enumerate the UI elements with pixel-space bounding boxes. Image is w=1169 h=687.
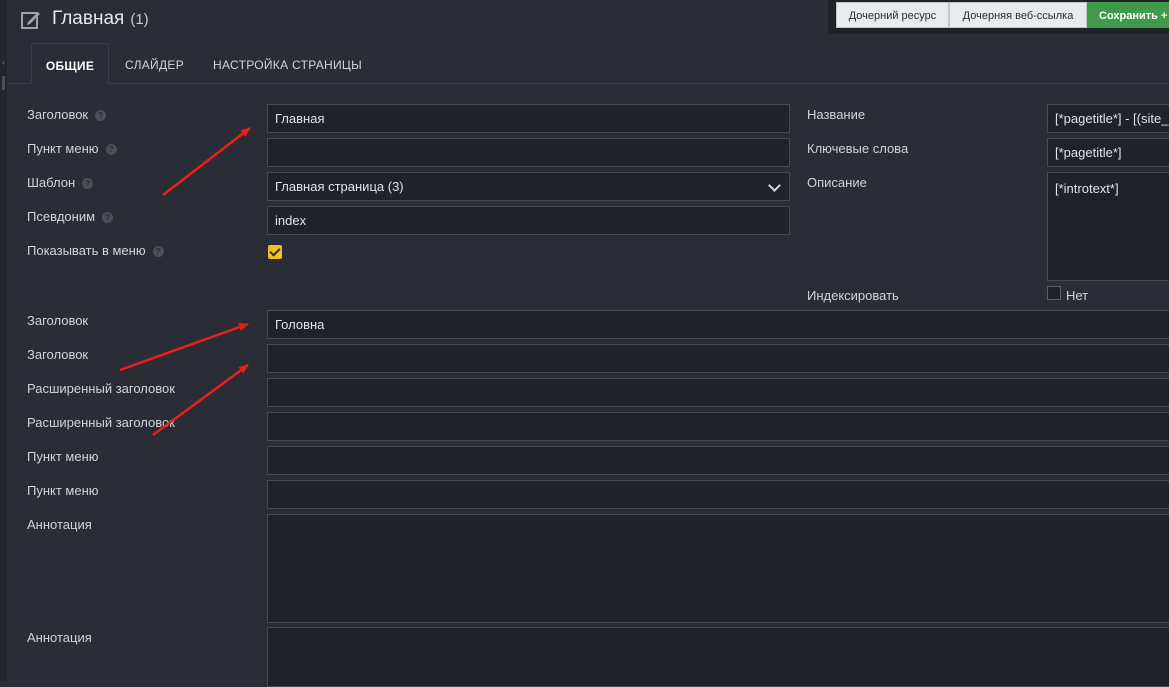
action-toolbar: Дочерний ресурс Дочерняя веб-ссылка Сохр… <box>828 0 1169 34</box>
seo-keywords-label: Ключевые слова <box>807 141 909 156</box>
help-icon[interactable]: ? <box>95 110 107 121</box>
child-resource-button[interactable]: Дочерний ресурс <box>836 2 949 28</box>
show-in-menu-checkbox[interactable] <box>268 245 282 259</box>
lang-field-label: Расширенный заголовок <box>27 415 175 430</box>
chevron-down-icon <box>768 179 781 192</box>
lang-field-label: Аннотация <box>27 517 92 532</box>
left-sidebar-collapsed[interactable]: ‹ <box>0 0 7 681</box>
seo-description-label: Описание <box>807 175 867 190</box>
tab-general[interactable]: ОБЩИЕ <box>31 43 109 84</box>
pagetitle-label: Заголовок? <box>27 107 107 122</box>
menutitle-input[interactable] <box>267 138 790 167</box>
page-title-text: Главная <box>52 8 125 29</box>
lang-pagetitle-input[interactable] <box>267 310 1169 339</box>
lang-field-label: Заголовок <box>27 347 89 362</box>
seo-name-label: Название <box>807 107 866 122</box>
alias-input[interactable] <box>267 206 790 235</box>
lang-introtext-textarea[interactable] <box>267 514 1169 623</box>
seo-description-textarea[interactable]: [*introtext*] <box>1047 172 1169 281</box>
check-icon <box>269 245 281 257</box>
lang-introtext-textarea-2[interactable] <box>267 627 1169 687</box>
scroll-handle[interactable] <box>2 76 5 90</box>
child-weblink-button[interactable]: Дочерняя веб-ссылка <box>949 2 1087 28</box>
tab-bar: ОБЩИЕ СЛАЙДЕР НАСТРОЙКА СТРАНИЦЫ <box>7 43 1169 84</box>
annotation-arrow <box>162 127 251 196</box>
lang-field-label: Аннотация <box>27 630 92 645</box>
lang-longtitle-input[interactable] <box>267 378 1169 407</box>
lang-pagetitle-input-2[interactable] <box>267 344 1169 373</box>
seo-index-label: Индексировать <box>807 288 899 303</box>
help-icon[interactable]: ? <box>102 212 114 223</box>
lang-field-label: Пункт меню <box>27 449 99 464</box>
help-icon[interactable]: ? <box>152 246 164 257</box>
seo-index-option-label: Нет <box>1066 288 1089 303</box>
page-title: Главная (1) <box>52 8 149 30</box>
seo-index-checkbox[interactable] <box>1047 286 1061 300</box>
save-button[interactable]: Сохранить + <box>1087 2 1169 28</box>
seo-keywords-input[interactable] <box>1047 138 1169 167</box>
annotation-arrow <box>119 322 249 372</box>
template-select[interactable]: Главная страница (3) <box>267 172 790 201</box>
collapse-arrow-icon[interactable]: ‹ <box>0 57 7 67</box>
page-id-count: (1) <box>130 11 149 28</box>
tab-page-settings[interactable]: НАСТРОЙКА СТРАНИЦЫ <box>213 43 362 83</box>
show-in-menu-label: Показывать в меню? <box>27 243 164 258</box>
edit-icon <box>21 12 40 29</box>
tab-slider[interactable]: СЛАЙДЕР <box>125 43 184 83</box>
alias-label: Псевдоним? <box>27 209 114 224</box>
lang-longtitle-input-2[interactable] <box>267 412 1169 441</box>
pagetitle-input[interactable] <box>267 104 790 133</box>
lang-menutitle-input-2[interactable] <box>267 480 1169 509</box>
lang-field-label: Пункт меню <box>27 483 99 498</box>
lang-field-label: Расширенный заголовок <box>27 381 175 396</box>
help-icon[interactable]: ? <box>105 144 117 155</box>
lang-field-label: Заголовок <box>27 313 89 328</box>
help-icon[interactable]: ? <box>82 178 94 189</box>
template-label: Шаблон? <box>27 175 94 190</box>
seo-name-input[interactable] <box>1047 104 1169 133</box>
template-selected-value: Главная страница (3) <box>275 179 404 194</box>
lang-menutitle-input[interactable] <box>267 446 1169 475</box>
menutitle-label: Пункт меню? <box>27 141 117 156</box>
